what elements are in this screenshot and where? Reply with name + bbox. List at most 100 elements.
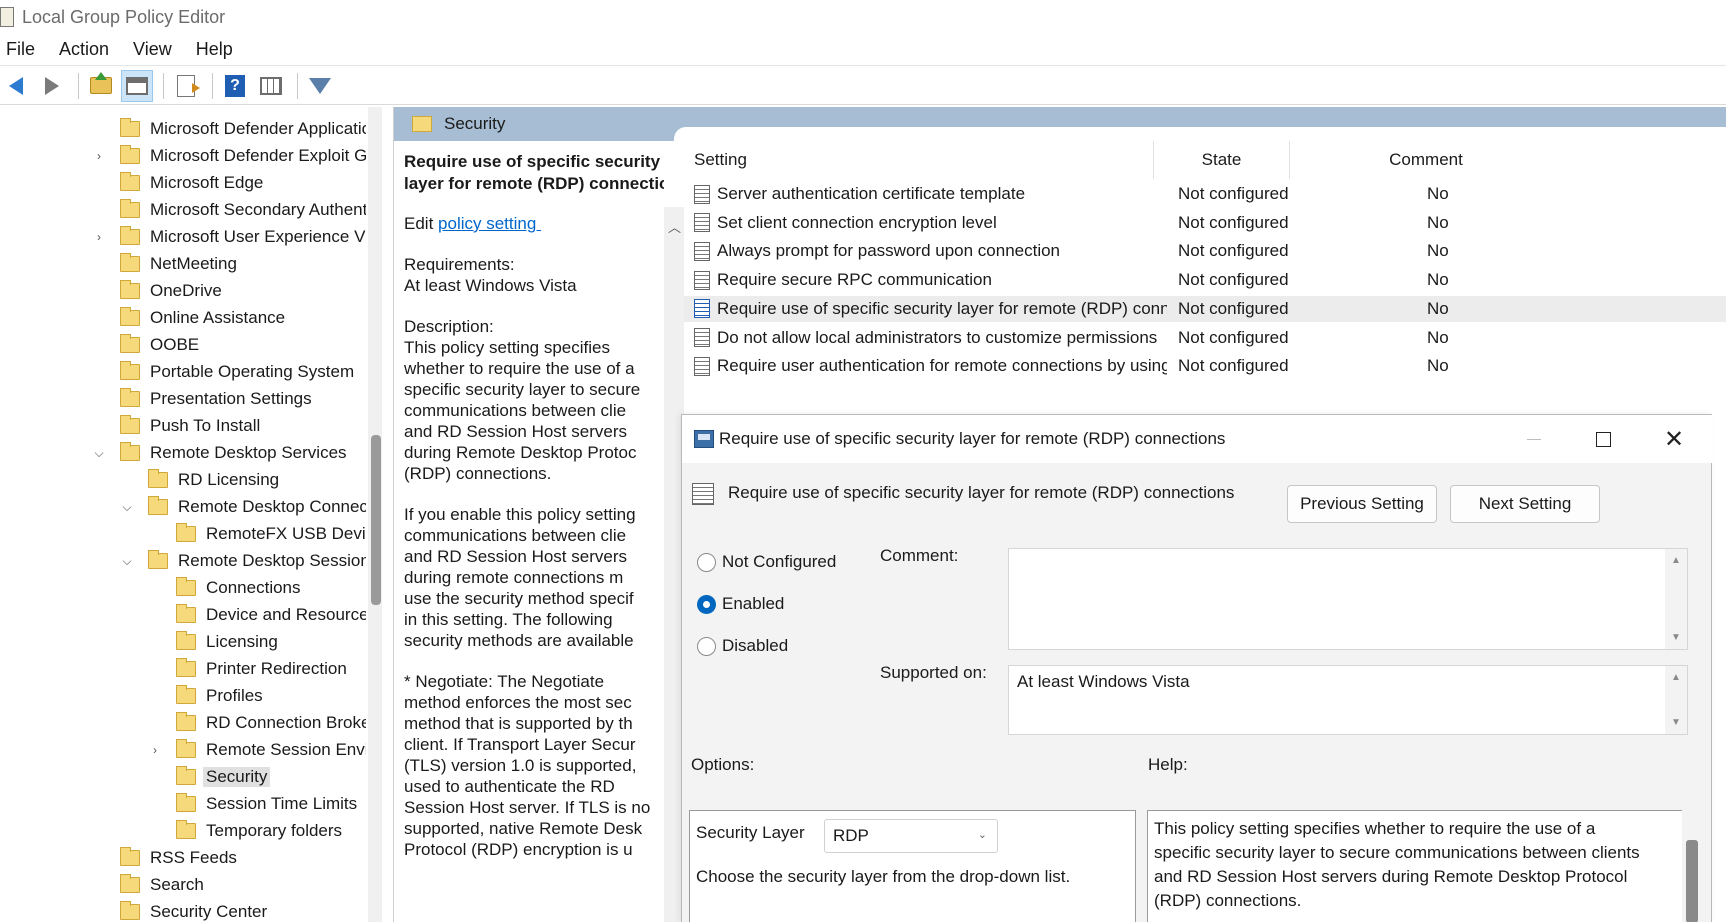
menu-action[interactable]: Action <box>52 39 116 60</box>
back-button[interactable] <box>0 70 32 102</box>
tree-item[interactable]: Printer Redirection <box>176 657 347 681</box>
tree-item[interactable]: RD Connection Broker <box>176 711 366 735</box>
comment-textarea[interactable]: ▲ ▼ <box>1008 548 1688 650</box>
tree-item[interactable]: ⌵ Remote Desktop Session Hos <box>122 549 366 573</box>
tree-item[interactable]: RSS Feeds <box>120 846 237 870</box>
tree-item[interactable]: Microsoft Defender Application G <box>120 117 366 141</box>
help-scrollbar[interactable] <box>1682 810 1702 922</box>
maximize-button[interactable] <box>1571 415 1635 463</box>
filter-button[interactable] <box>304 70 336 102</box>
tree-item[interactable]: › Remote Session Environn <box>153 738 366 762</box>
list-row[interactable]: Require user authentication for remote c… <box>684 353 1726 379</box>
minimize-button[interactable] <box>1502 415 1566 463</box>
radio-not-configured[interactable]: Not Configured <box>697 550 836 574</box>
tree-item[interactable]: Microsoft Edge <box>120 171 263 195</box>
column-header-comment[interactable]: Comment <box>1290 141 1562 179</box>
extended-view-button[interactable] <box>255 70 287 102</box>
up-one-level-button[interactable] <box>85 70 117 102</box>
tree-item[interactable]: Online Assistance <box>120 306 285 330</box>
tree-item[interactable]: RD Licensing <box>148 468 279 492</box>
tree-item[interactable]: Temporary folders <box>176 819 342 843</box>
scroll-down-icon[interactable]: ▼ <box>1671 632 1681 643</box>
help-scroll-thumb[interactable] <box>1686 840 1698 922</box>
tree-item-label: Microsoft Defender Exploit Guar <box>150 146 366 165</box>
collapse-chevron-icon[interactable]: ⌵ <box>122 500 132 514</box>
radio-enabled-circle[interactable] <box>697 594 716 614</box>
expand-chevron-icon[interactable]: › <box>94 230 104 244</box>
tree-item-label: Device and Resource Red <box>206 605 366 624</box>
collapse-chevron-icon[interactable]: ⌵ <box>122 554 132 568</box>
next-setting-button[interactable]: Next Setting <box>1450 485 1600 523</box>
menu-bar: File Action View Help <box>0 34 1726 66</box>
column-header-state[interactable]: State <box>1154 141 1290 179</box>
comment-scrollbar[interactable]: ▲ ▼ <box>1665 549 1687 649</box>
tree-item[interactable]: OneDrive <box>120 279 222 303</box>
collapse-chevron-icon[interactable]: ⌵ <box>94 446 104 460</box>
tree-item[interactable]: RemoteFX USB Device Re <box>176 522 366 546</box>
radio-enabled[interactable]: Enabled <box>697 592 784 616</box>
security-layer-select[interactable]: RDP ⌄ <box>824 819 998 853</box>
setting-comment: No <box>1427 327 1449 347</box>
tree-item[interactable]: ⌵ Remote Desktop Services <box>94 441 347 465</box>
tree-item[interactable]: Search <box>120 873 204 897</box>
list-row[interactable]: Always prompt for password upon connecti… <box>684 238 1726 264</box>
folder-icon <box>120 361 140 380</box>
tree-item[interactable]: Security <box>176 765 271 789</box>
tree-item[interactable]: › Microsoft User Experience Virtua <box>97 225 366 249</box>
help-button[interactable]: ? <box>219 70 251 102</box>
forward-arrow-icon <box>45 76 59 95</box>
tree-item[interactable]: Device and Resource Red <box>176 603 366 627</box>
supported-on-scrollbar[interactable]: ▲ ▼ <box>1665 666 1687 734</box>
tree-item[interactable]: Licensing <box>176 630 278 654</box>
folder-icon <box>176 604 196 623</box>
list-row[interactable]: Server authentication certificate templa… <box>684 181 1726 207</box>
menu-file[interactable]: File <box>0 39 42 60</box>
list-row[interactable]: Do not allow local administrators to cus… <box>684 325 1726 351</box>
app-icon <box>0 7 14 27</box>
toolbar-separator <box>163 72 164 99</box>
tree-item[interactable]: Session Time Limits <box>176 792 357 816</box>
tree-item[interactable]: Presentation Settings <box>120 387 312 411</box>
supported-on-box: At least Windows Vista ▲ ▼ <box>1008 665 1688 735</box>
tree-item[interactable]: Profiles <box>176 684 263 708</box>
policy-setting-link[interactable]: policy setting <box>438 214 541 233</box>
forward-button[interactable] <box>36 70 68 102</box>
radio-disabled-circle[interactable] <box>697 636 716 656</box>
column-header-setting[interactable]: Setting <box>684 141 1154 179</box>
expand-chevron-icon[interactable]: › <box>94 149 104 163</box>
folder-icon <box>176 658 196 677</box>
expand-chevron-icon[interactable]: › <box>150 743 160 757</box>
export-list-button[interactable] <box>170 70 202 102</box>
tree-item[interactable]: NetMeeting <box>120 252 237 276</box>
tree-item[interactable]: ⌵ Remote Desktop Connection <box>122 495 366 519</box>
scroll-up-icon[interactable]: ︿ <box>668 217 681 236</box>
menu-help[interactable]: Help <box>189 39 240 60</box>
tree-scroll-thumb[interactable] <box>371 435 381 605</box>
tree-item[interactable]: Connections <box>176 576 301 600</box>
list-row[interactable]: Require use of specific security layer f… <box>684 295 1726 322</box>
tree-item[interactable]: OOBE <box>120 333 199 357</box>
list-row[interactable]: Set client connection encryption level No… <box>684 210 1726 236</box>
folder-icon <box>120 847 140 866</box>
previous-setting-button[interactable]: Previous Setting <box>1287 485 1437 523</box>
tree-item-label: Connections <box>206 578 301 597</box>
tree-item[interactable]: Portable Operating System <box>120 360 354 384</box>
radio-disabled[interactable]: Disabled <box>697 634 788 658</box>
menu-view[interactable]: View <box>126 39 179 60</box>
policy-setting-icon <box>694 328 710 347</box>
scroll-up-icon[interactable]: ▲ <box>1671 555 1681 566</box>
tree-item-label: RSS Feeds <box>150 848 237 867</box>
radio-not-configured-circle[interactable] <box>697 552 716 572</box>
scroll-down-icon[interactable]: ▼ <box>1671 717 1681 728</box>
scroll-up-icon[interactable]: ▲ <box>1671 672 1681 683</box>
show-hide-tree-button[interactable] <box>121 69 153 102</box>
tree-item[interactable]: Push To Install <box>120 414 260 438</box>
maximize-icon <box>1595 431 1611 447</box>
list-row[interactable]: Require secure RPC communication Not conf… <box>684 267 1726 293</box>
tree-scrollbar[interactable] <box>368 107 382 922</box>
close-button[interactable]: ✕ <box>1642 415 1706 463</box>
tree-item[interactable]: Microsoft Secondary Authenticat <box>120 198 366 222</box>
policy-setting-icon <box>694 270 710 290</box>
tree-item[interactable]: › Microsoft Defender Exploit Guar <box>97 144 366 168</box>
tree-item[interactable]: Security Center <box>120 900 267 922</box>
